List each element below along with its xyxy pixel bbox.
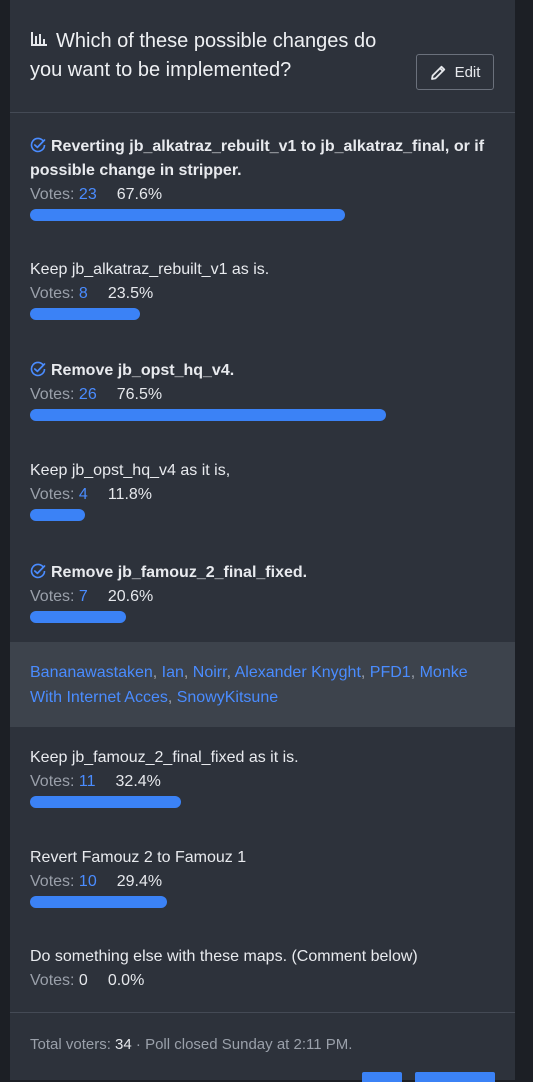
- votes-count: 0: [78, 972, 88, 989]
- option-label: Reverting jb_alkatraz_rebuilt_v1 to jb_a…: [30, 135, 505, 183]
- vote-progress-bar: [30, 896, 167, 908]
- vote-progress-bar: [30, 308, 140, 320]
- votes-label: Votes:: [30, 386, 79, 403]
- vote-progress-bar: [30, 209, 345, 221]
- votes-line: Votes: 10 29.4%: [30, 871, 505, 893]
- separator: ,: [360, 664, 370, 681]
- vote-progress-bar: [30, 409, 386, 421]
- vote-progress-bar: [30, 796, 181, 808]
- votes-line: Votes: 26 76.5%: [30, 384, 505, 406]
- option-label: Do something else with these maps. (Comm…: [30, 945, 505, 969]
- votes-percent: 11.8%: [107, 486, 153, 503]
- option-text: Remove jb_opst_hq_v4.: [51, 362, 235, 379]
- votes-count[interactable]: 7: [79, 588, 88, 605]
- votes-count[interactable]: 23: [79, 186, 97, 203]
- votes-count[interactable]: 26: [79, 386, 97, 403]
- vote-progress-bar: [30, 509, 85, 521]
- edit-button[interactable]: Edit: [416, 54, 494, 90]
- option-label: Keep jb_opst_hq_v4 as it is,: [30, 459, 505, 483]
- poll-option[interactable]: Keep jb_famouz_2_final_fixed as it is. Vo…: [30, 746, 505, 808]
- votes-label: Votes:: [30, 972, 79, 989]
- option-text: Keep jb_famouz_2_final_fixed as it is.: [30, 749, 299, 766]
- poll-footer: Total voters: 34 · Poll closed Sunday at…: [30, 1036, 352, 1053]
- poll-panel: Which of these possible changes do you w…: [10, 0, 515, 1082]
- action-button[interactable]: [362, 1072, 402, 1082]
- poll-closed-text: · Poll closed Sunday at 2:11 PM.: [135, 1036, 353, 1053]
- action-button[interactable]: [415, 1072, 495, 1082]
- option-label: Remove jb_opst_hq_v4.: [30, 359, 505, 383]
- pencil-icon: [430, 65, 445, 80]
- poll-question: Which of these possible changes do you w…: [30, 30, 377, 81]
- option-text: Remove jb_famouz_2_final_fixed.: [51, 564, 308, 581]
- voter-link[interactable]: Alexander Knyght: [235, 664, 361, 681]
- votes-percent: 29.4%: [116, 873, 163, 890]
- poll-option[interactable]: Remove jb_famouz_2_final_fixed. Votes: 7 2…: [30, 561, 505, 623]
- votes-label: Votes:: [30, 873, 79, 890]
- votes-line: Votes: 0 0.0%: [30, 970, 505, 992]
- votes-line: Votes: 7 20.6%: [30, 586, 505, 608]
- option-text: Do something else with these maps. (Comm…: [30, 948, 418, 965]
- poll-option[interactable]: Do something else with these maps. (Comm…: [30, 945, 505, 992]
- check-circle-icon: [30, 563, 46, 579]
- votes-percent: 20.6%: [107, 588, 154, 605]
- votes-line: Votes: 4 11.8%: [30, 484, 505, 506]
- votes-line: Votes: 11 32.4%: [30, 771, 505, 793]
- votes-count[interactable]: 11: [79, 773, 96, 790]
- votes-label: Votes:: [30, 588, 79, 605]
- poll-option[interactable]: Remove jb_opst_hq_v4. Votes: 26 76.5%: [30, 359, 505, 421]
- option-text: Reverting jb_alkatraz_rebuilt_v1 to jb_a…: [30, 138, 485, 179]
- option-text: Revert Famouz 2 to Famouz 1: [30, 849, 247, 866]
- poll-option[interactable]: Reverting jb_alkatraz_rebuilt_v1 to jb_a…: [30, 135, 505, 221]
- total-voters-count: 34: [115, 1036, 132, 1053]
- separator: ,: [152, 664, 162, 681]
- votes-percent: 0.0%: [107, 972, 145, 989]
- votes-label: Votes:: [30, 186, 79, 203]
- option-label: Keep jb_alkatraz_rebuilt_v1 as is.: [30, 258, 505, 282]
- votes-percent: 23.5%: [107, 285, 154, 302]
- votes-label: Votes:: [30, 486, 79, 503]
- voter-link[interactable]: Ian: [162, 664, 184, 681]
- check-circle-icon: [30, 137, 46, 153]
- separator: ,: [183, 664, 193, 681]
- separator: ,: [410, 664, 420, 681]
- edit-label: Edit: [454, 63, 481, 81]
- votes-count[interactable]: 8: [79, 285, 88, 302]
- votes-line: Votes: 23 67.6%: [30, 184, 505, 206]
- voters-list: Bananawastaken, Ian, Noirr, Alexander Kn…: [10, 642, 515, 727]
- poll-option[interactable]: Revert Famouz 2 to Famouz 1 Votes: 10 29.4…: [30, 846, 505, 908]
- option-label: Revert Famouz 2 to Famouz 1: [30, 846, 505, 870]
- separator: ,: [226, 664, 235, 681]
- option-label: Keep jb_famouz_2_final_fixed as it is.: [30, 746, 505, 770]
- votes-count[interactable]: 10: [79, 873, 97, 890]
- votes-percent: 32.4%: [115, 773, 161, 790]
- poll-option[interactable]: Keep jb_alkatraz_rebuilt_v1 as is. Votes:…: [30, 258, 505, 320]
- votes-percent: 76.5%: [116, 386, 163, 403]
- option-text: Keep jb_opst_hq_v4 as it is,: [30, 462, 231, 479]
- voter-link[interactable]: Bananawastaken: [30, 664, 153, 681]
- poll-option[interactable]: Keep jb_opst_hq_v4 as it is, Votes: 4 11.8…: [30, 459, 505, 521]
- voters-text: Bananawastaken, Ian, Noirr, Alexander Kn…: [30, 660, 500, 710]
- option-text: Keep jb_alkatraz_rebuilt_v1 as is.: [30, 261, 270, 278]
- votes-line: Votes: 8 23.5%: [30, 283, 505, 305]
- votes-count[interactable]: 4: [79, 486, 88, 503]
- poll-header: Which of these possible changes do you w…: [10, 0, 515, 113]
- separator: ,: [167, 689, 177, 706]
- divider: [10, 1012, 515, 1013]
- vote-progress-bar: [30, 611, 126, 623]
- voter-link[interactable]: PFD1: [370, 664, 411, 681]
- option-label: Remove jb_famouz_2_final_fixed.: [30, 561, 505, 585]
- votes-label: Votes:: [30, 773, 79, 790]
- votes-label: Votes:: [30, 285, 79, 302]
- check-circle-icon: [30, 361, 46, 377]
- votes-percent: 67.6%: [116, 186, 163, 203]
- voter-link[interactable]: Noirr: [193, 664, 227, 681]
- total-voters-label: Total voters:: [30, 1036, 111, 1053]
- voter-link[interactable]: SnowyKitsune: [177, 689, 278, 706]
